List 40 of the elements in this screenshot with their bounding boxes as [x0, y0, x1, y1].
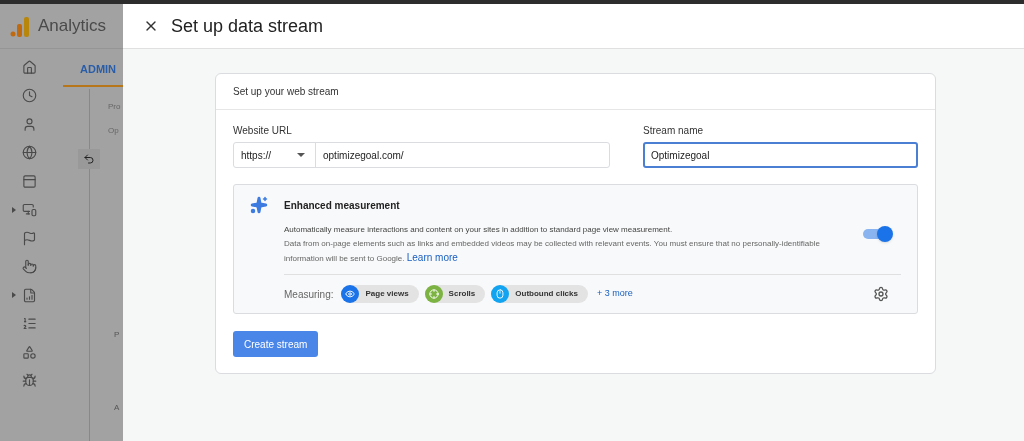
url-field[interactable]: https:// optimizegoal.com/ — [233, 142, 610, 168]
card-title: Set up your web stream — [216, 74, 935, 110]
nav-icon — [22, 173, 37, 189]
more-link[interactable]: + 3 more — [596, 287, 633, 301]
description-text: Automatically measure interactions and content on your sites in addition to standard page view measurement. — [284, 224, 674, 236]
nav-icon — [22, 88, 37, 103]
nav-icon — [22, 145, 37, 160]
learn-more-link[interactable]: Learn more — [406, 252, 458, 263]
measurement-chip[interactable]: Outbound clicks — [491, 285, 588, 303]
privacy-note: Data from on-page elements such as links and embedded videos may be collected with relevant events. You must ensure that no personally-identifiable information will be sent to Google. Learn more — [284, 238, 821, 265]
nav-icon — [22, 202, 37, 217]
drawer-title: Set up data stream — [171, 14, 324, 38]
stream-name-field[interactable]: Optimizegoal — [643, 142, 918, 168]
nav-icon — [22, 259, 37, 274]
logo-icon — [10, 15, 30, 37]
partial-label: P — [114, 329, 120, 341]
field-label: Website URL — [233, 124, 293, 138]
settings-icon[interactable] — [873, 286, 889, 302]
expand-icon[interactable] — [12, 206, 16, 213]
enhanced-title: Enhanced measurement — [284, 199, 401, 213]
protocol-select[interactable]: https:// — [234, 143, 316, 167]
nav-icon — [22, 59, 37, 75]
measurement-chip[interactable]: Page views — [341, 285, 419, 303]
field-label: Stream name — [643, 124, 705, 138]
create-stream-button[interactable]: Create stream — [233, 331, 319, 357]
expand-icon[interactable] — [12, 292, 16, 298]
measuring-label: Measuring: — [284, 287, 334, 302]
dropdown-icon — [297, 153, 305, 157]
nav-icon — [22, 344, 37, 360]
partial-label: A — [114, 402, 120, 414]
back-arrow-icon — [83, 153, 95, 165]
nav-icon — [22, 230, 37, 246]
back-button[interactable] — [78, 149, 100, 169]
nav-icon — [22, 287, 37, 303]
measurement-chip[interactable]: Scrolls — [424, 285, 486, 303]
sparkle-icon — [250, 196, 268, 214]
app-name: Analytics — [38, 15, 107, 38]
nav-icon — [22, 116, 37, 132]
nav-icon — [22, 373, 37, 388]
nav-icon — [22, 316, 37, 331]
